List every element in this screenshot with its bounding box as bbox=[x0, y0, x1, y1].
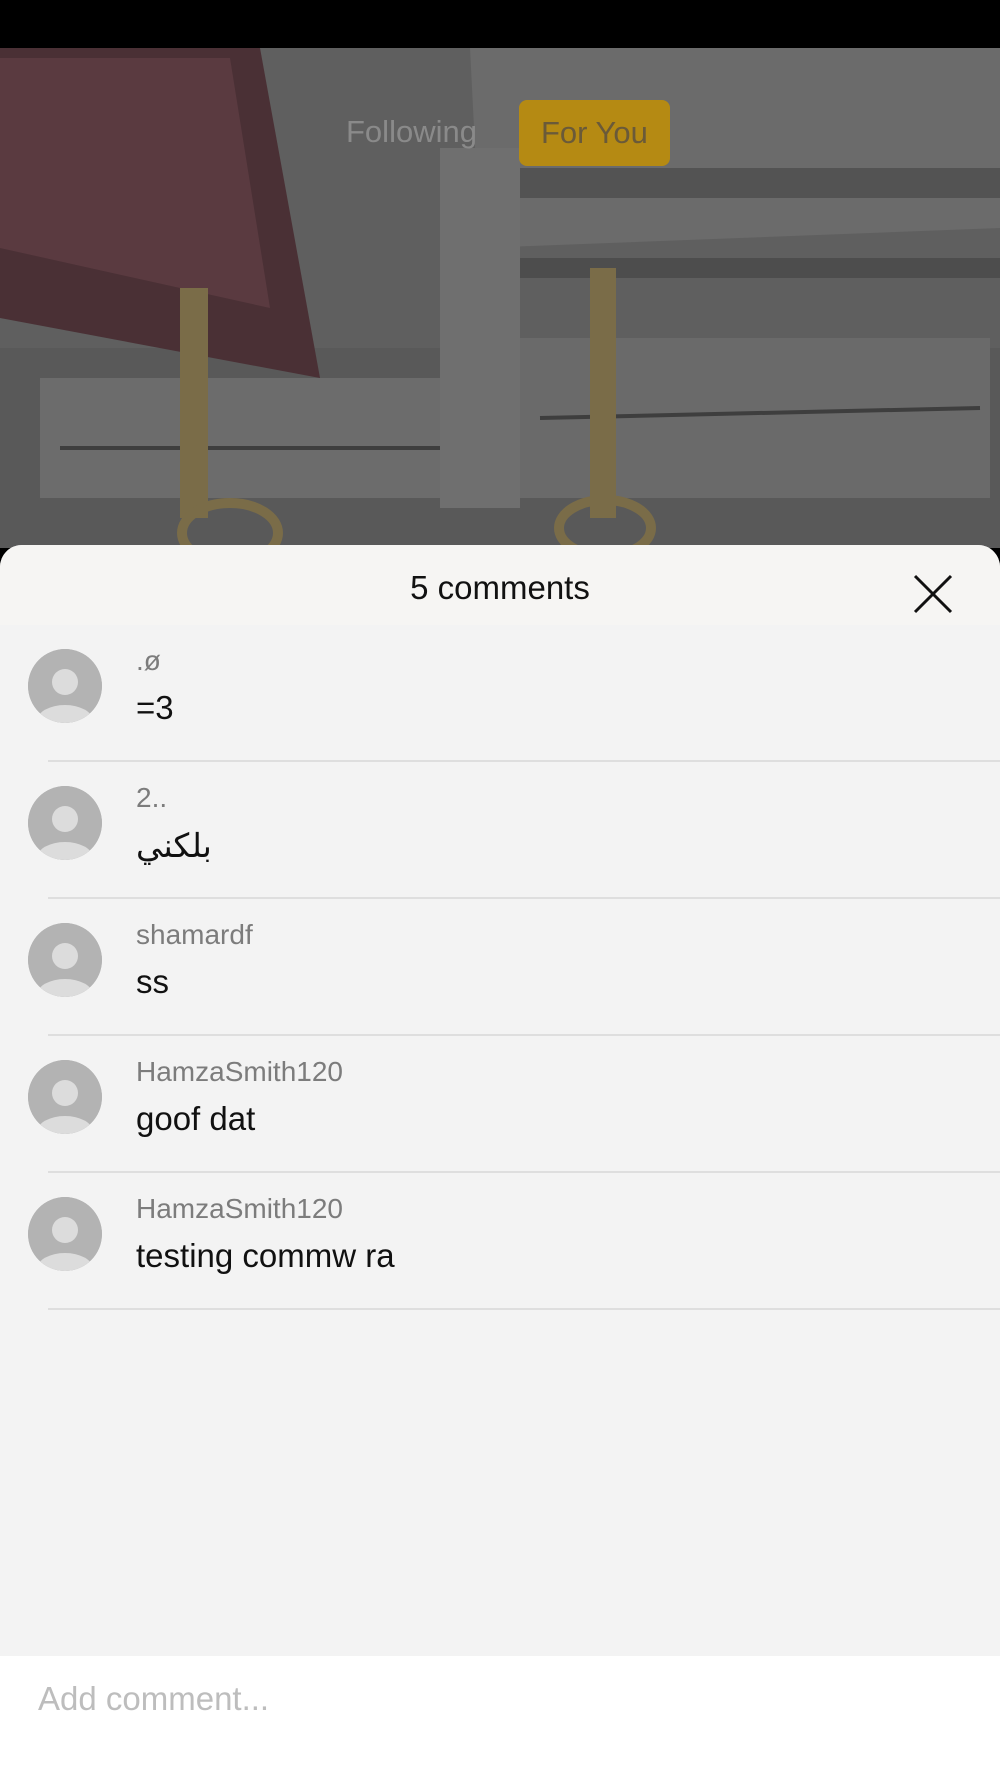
comment-item: 2.. بلكني bbox=[0, 762, 1000, 899]
comment-text: ss bbox=[136, 963, 169, 1000]
avatar[interactable] bbox=[28, 649, 102, 723]
comment-username[interactable]: shamardf bbox=[136, 919, 253, 951]
comment-username[interactable]: HamzaSmith120 bbox=[136, 1193, 343, 1225]
comment-text: testing commw ra bbox=[136, 1237, 395, 1274]
tab-following[interactable]: Following bbox=[346, 114, 477, 150]
avatar[interactable] bbox=[28, 1060, 102, 1134]
comment-item: HamzaSmith120 goof dat bbox=[0, 1036, 1000, 1173]
close-icon bbox=[913, 574, 953, 614]
tab-for-you[interactable]: For You bbox=[519, 100, 670, 166]
comment-item: .ø =3 bbox=[0, 625, 1000, 762]
comment-input-bar bbox=[0, 1656, 1000, 1778]
default-avatar-icon bbox=[28, 923, 102, 997]
comment-text: بلكني bbox=[136, 827, 212, 864]
close-button[interactable] bbox=[908, 569, 958, 619]
comments-sheet: 5 comments .ø =3 2.. بلكني shamardf ss H… bbox=[0, 545, 1000, 1778]
default-avatar-icon bbox=[28, 649, 102, 723]
divider bbox=[48, 1308, 1000, 1310]
avatar[interactable] bbox=[28, 923, 102, 997]
avatar[interactable] bbox=[28, 1197, 102, 1271]
default-avatar-icon bbox=[28, 786, 102, 860]
comment-input[interactable] bbox=[36, 1670, 960, 1728]
comment-item: shamardf ss bbox=[0, 899, 1000, 1036]
comment-item: HamzaSmith120 testing commw ra bbox=[0, 1173, 1000, 1310]
comment-username[interactable]: .ø bbox=[136, 645, 161, 677]
avatar[interactable] bbox=[28, 786, 102, 860]
default-avatar-icon bbox=[28, 1060, 102, 1134]
comment-username[interactable]: HamzaSmith120 bbox=[136, 1056, 343, 1088]
top-nav: Following For You bbox=[0, 100, 1000, 170]
comment-username[interactable]: 2.. bbox=[136, 782, 167, 814]
comment-text: =3 bbox=[136, 689, 174, 726]
comment-text: goof dat bbox=[136, 1100, 256, 1137]
comments-count-title: 5 comments bbox=[410, 569, 590, 606]
default-avatar-icon bbox=[28, 1197, 102, 1271]
status-bar bbox=[0, 0, 1000, 48]
comments-header: 5 comments bbox=[0, 545, 1000, 625]
